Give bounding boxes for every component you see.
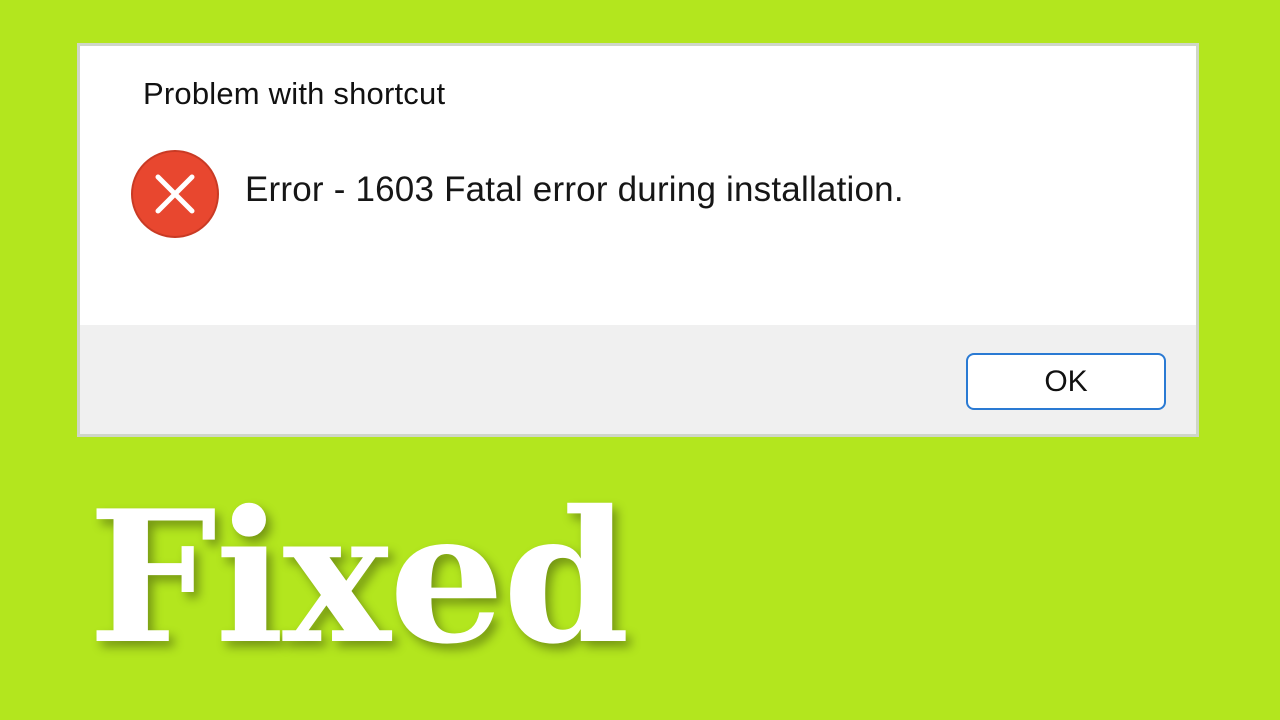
error-message: Error - 1603 Fatal error during installa… bbox=[245, 170, 904, 209]
dialog-footer: OK bbox=[80, 325, 1196, 434]
dialog-title: Problem with shortcut bbox=[143, 76, 446, 111]
error-dialog: Problem with shortcut Error - 1603 Fatal… bbox=[77, 43, 1199, 437]
ok-button[interactable]: OK bbox=[966, 353, 1166, 410]
dialog-content: Problem with shortcut Error - 1603 Fatal… bbox=[80, 46, 1196, 325]
error-icon bbox=[130, 149, 220, 239]
fixed-headline: Fixed bbox=[88, 470, 630, 684]
